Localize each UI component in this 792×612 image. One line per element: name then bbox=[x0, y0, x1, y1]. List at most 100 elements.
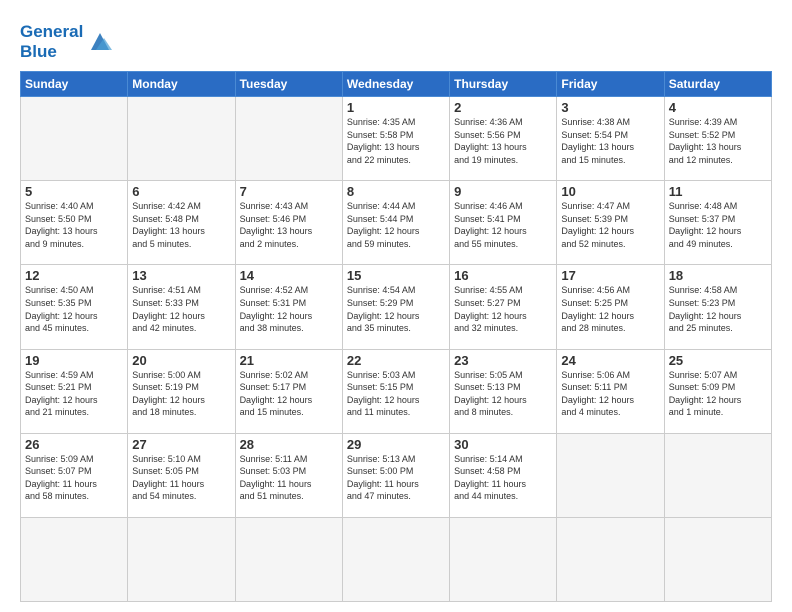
day-info: Sunrise: 5:09 AMSunset: 5:07 PMDaylight:… bbox=[25, 453, 123, 503]
weekday-header-monday: Monday bbox=[128, 72, 235, 97]
day-info: Sunrise: 4:52 AMSunset: 5:31 PMDaylight:… bbox=[240, 284, 338, 334]
day-info: Sunrise: 5:02 AMSunset: 5:17 PMDaylight:… bbox=[240, 369, 338, 419]
calendar-day: 27Sunrise: 5:10 AMSunset: 5:05 PMDayligh… bbox=[128, 433, 235, 517]
weekday-header-sunday: Sunday bbox=[21, 72, 128, 97]
day-number: 9 bbox=[454, 184, 552, 199]
calendar-day: 25Sunrise: 5:07 AMSunset: 5:09 PMDayligh… bbox=[664, 349, 771, 433]
day-number: 1 bbox=[347, 100, 445, 115]
day-number: 22 bbox=[347, 353, 445, 368]
day-info: Sunrise: 5:05 AMSunset: 5:13 PMDaylight:… bbox=[454, 369, 552, 419]
weekday-header-wednesday: Wednesday bbox=[342, 72, 449, 97]
day-info: Sunrise: 4:46 AMSunset: 5:41 PMDaylight:… bbox=[454, 200, 552, 250]
calendar-day bbox=[128, 517, 235, 601]
calendar-day: 11Sunrise: 4:48 AMSunset: 5:37 PMDayligh… bbox=[664, 181, 771, 265]
day-info: Sunrise: 5:13 AMSunset: 5:00 PMDaylight:… bbox=[347, 453, 445, 503]
calendar-day-empty bbox=[664, 517, 771, 601]
logo-general: General bbox=[20, 22, 83, 41]
calendar-row-2: 12Sunrise: 4:50 AMSunset: 5:35 PMDayligh… bbox=[21, 265, 772, 349]
day-number: 28 bbox=[240, 437, 338, 452]
day-number: 13 bbox=[132, 268, 230, 283]
day-number: 4 bbox=[669, 100, 767, 115]
calendar-day: 18Sunrise: 4:58 AMSunset: 5:23 PMDayligh… bbox=[664, 265, 771, 349]
day-info: Sunrise: 5:03 AMSunset: 5:15 PMDaylight:… bbox=[347, 369, 445, 419]
day-info: Sunrise: 4:50 AMSunset: 5:35 PMDaylight:… bbox=[25, 284, 123, 334]
day-number: 17 bbox=[561, 268, 659, 283]
calendar-day: 2Sunrise: 4:36 AMSunset: 5:56 PMDaylight… bbox=[450, 97, 557, 181]
calendar-day: 14Sunrise: 4:52 AMSunset: 5:31 PMDayligh… bbox=[235, 265, 342, 349]
calendar-day: 24Sunrise: 5:06 AMSunset: 5:11 PMDayligh… bbox=[557, 349, 664, 433]
day-number: 8 bbox=[347, 184, 445, 199]
day-info: Sunrise: 5:14 AMSunset: 4:58 PMDaylight:… bbox=[454, 453, 552, 503]
day-number: 27 bbox=[132, 437, 230, 452]
day-info: Sunrise: 4:36 AMSunset: 5:56 PMDaylight:… bbox=[454, 116, 552, 166]
calendar-row-0: 1Sunrise: 4:35 AMSunset: 5:58 PMDaylight… bbox=[21, 97, 772, 181]
calendar-day: 17Sunrise: 4:56 AMSunset: 5:25 PMDayligh… bbox=[557, 265, 664, 349]
calendar-row-4: 26Sunrise: 5:09 AMSunset: 5:07 PMDayligh… bbox=[21, 433, 772, 517]
day-number: 29 bbox=[347, 437, 445, 452]
calendar-day: 23Sunrise: 5:05 AMSunset: 5:13 PMDayligh… bbox=[450, 349, 557, 433]
day-number: 23 bbox=[454, 353, 552, 368]
day-info: Sunrise: 4:40 AMSunset: 5:50 PMDaylight:… bbox=[25, 200, 123, 250]
day-info: Sunrise: 4:42 AMSunset: 5:48 PMDaylight:… bbox=[132, 200, 230, 250]
day-number: 26 bbox=[25, 437, 123, 452]
day-number: 18 bbox=[669, 268, 767, 283]
day-info: Sunrise: 4:54 AMSunset: 5:29 PMDaylight:… bbox=[347, 284, 445, 334]
day-info: Sunrise: 4:47 AMSunset: 5:39 PMDaylight:… bbox=[561, 200, 659, 250]
logo-blue: Blue bbox=[20, 42, 57, 61]
calendar-row-1: 5Sunrise: 4:40 AMSunset: 5:50 PMDaylight… bbox=[21, 181, 772, 265]
calendar-day: 5Sunrise: 4:40 AMSunset: 5:50 PMDaylight… bbox=[21, 181, 128, 265]
day-info: Sunrise: 4:55 AMSunset: 5:27 PMDaylight:… bbox=[454, 284, 552, 334]
day-number: 10 bbox=[561, 184, 659, 199]
calendar-day bbox=[235, 97, 342, 181]
logo: General Blue bbox=[20, 22, 114, 61]
calendar-day bbox=[21, 517, 128, 601]
day-info: Sunrise: 5:07 AMSunset: 5:09 PMDaylight:… bbox=[669, 369, 767, 419]
calendar-day: 6Sunrise: 4:42 AMSunset: 5:48 PMDaylight… bbox=[128, 181, 235, 265]
calendar-row-3: 19Sunrise: 4:59 AMSunset: 5:21 PMDayligh… bbox=[21, 349, 772, 433]
day-info: Sunrise: 5:06 AMSunset: 5:11 PMDaylight:… bbox=[561, 369, 659, 419]
calendar-day: 15Sunrise: 4:54 AMSunset: 5:29 PMDayligh… bbox=[342, 265, 449, 349]
day-info: Sunrise: 4:39 AMSunset: 5:52 PMDaylight:… bbox=[669, 116, 767, 166]
day-number: 20 bbox=[132, 353, 230, 368]
day-info: Sunrise: 4:43 AMSunset: 5:46 PMDaylight:… bbox=[240, 200, 338, 250]
day-number: 24 bbox=[561, 353, 659, 368]
calendar-day: 8Sunrise: 4:44 AMSunset: 5:44 PMDaylight… bbox=[342, 181, 449, 265]
day-info: Sunrise: 4:56 AMSunset: 5:25 PMDaylight:… bbox=[561, 284, 659, 334]
day-number: 25 bbox=[669, 353, 767, 368]
day-number: 15 bbox=[347, 268, 445, 283]
calendar-day: 16Sunrise: 4:55 AMSunset: 5:27 PMDayligh… bbox=[450, 265, 557, 349]
calendar-day: 12Sunrise: 4:50 AMSunset: 5:35 PMDayligh… bbox=[21, 265, 128, 349]
logo-icon bbox=[86, 28, 114, 56]
calendar-day: 7Sunrise: 4:43 AMSunset: 5:46 PMDaylight… bbox=[235, 181, 342, 265]
calendar-day: 9Sunrise: 4:46 AMSunset: 5:41 PMDaylight… bbox=[450, 181, 557, 265]
calendar-day: 29Sunrise: 5:13 AMSunset: 5:00 PMDayligh… bbox=[342, 433, 449, 517]
day-info: Sunrise: 4:38 AMSunset: 5:54 PMDaylight:… bbox=[561, 116, 659, 166]
calendar-day bbox=[128, 97, 235, 181]
calendar-row-5 bbox=[21, 517, 772, 601]
calendar-day-empty bbox=[342, 517, 449, 601]
calendar-day: 22Sunrise: 5:03 AMSunset: 5:15 PMDayligh… bbox=[342, 349, 449, 433]
calendar-day: 10Sunrise: 4:47 AMSunset: 5:39 PMDayligh… bbox=[557, 181, 664, 265]
day-number: 11 bbox=[669, 184, 767, 199]
weekday-header-saturday: Saturday bbox=[664, 72, 771, 97]
day-info: Sunrise: 5:11 AMSunset: 5:03 PMDaylight:… bbox=[240, 453, 338, 503]
calendar-day: 20Sunrise: 5:00 AMSunset: 5:19 PMDayligh… bbox=[128, 349, 235, 433]
day-info: Sunrise: 4:58 AMSunset: 5:23 PMDaylight:… bbox=[669, 284, 767, 334]
day-number: 3 bbox=[561, 100, 659, 115]
day-number: 12 bbox=[25, 268, 123, 283]
calendar-day: 28Sunrise: 5:11 AMSunset: 5:03 PMDayligh… bbox=[235, 433, 342, 517]
day-info: Sunrise: 5:10 AMSunset: 5:05 PMDaylight:… bbox=[132, 453, 230, 503]
weekday-header-friday: Friday bbox=[557, 72, 664, 97]
weekday-header-tuesday: Tuesday bbox=[235, 72, 342, 97]
logo-text: General Blue bbox=[20, 22, 83, 61]
calendar-day: 19Sunrise: 4:59 AMSunset: 5:21 PMDayligh… bbox=[21, 349, 128, 433]
day-number: 7 bbox=[240, 184, 338, 199]
day-number: 16 bbox=[454, 268, 552, 283]
calendar-day bbox=[664, 433, 771, 517]
day-number: 19 bbox=[25, 353, 123, 368]
calendar-day: 4Sunrise: 4:39 AMSunset: 5:52 PMDaylight… bbox=[664, 97, 771, 181]
day-info: Sunrise: 4:59 AMSunset: 5:21 PMDaylight:… bbox=[25, 369, 123, 419]
day-info: Sunrise: 5:00 AMSunset: 5:19 PMDaylight:… bbox=[132, 369, 230, 419]
day-info: Sunrise: 4:35 AMSunset: 5:58 PMDaylight:… bbox=[347, 116, 445, 166]
day-number: 14 bbox=[240, 268, 338, 283]
